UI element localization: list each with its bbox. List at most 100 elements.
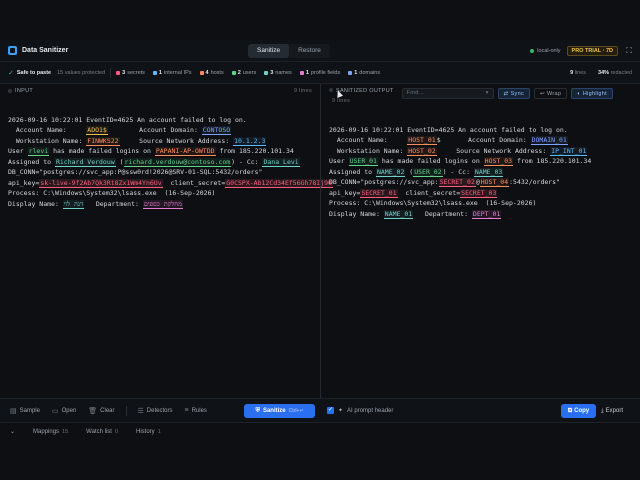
pro-trial-badge[interactable]: PRO TRIAL · 7D xyxy=(566,46,618,56)
token-host[interactable]: HOST_03 xyxy=(483,157,514,166)
safe-label: Safe to paste xyxy=(16,69,52,76)
detected-domain[interactable]: CONTOSO xyxy=(201,126,232,135)
output-editor[interactable]: 2026-09-16 10:22:01 EventID=4625 An acco… xyxy=(321,108,640,225)
category-hosts[interactable]: 4 hosts xyxy=(199,70,224,76)
text: Account Domain: xyxy=(107,126,202,134)
export-button[interactable]: ⤓ Export xyxy=(601,404,623,418)
copy-button[interactable]: ⧉ Copy xyxy=(561,404,596,418)
category-count: 1 xyxy=(305,69,309,76)
text: has made failed logins on xyxy=(377,157,484,165)
sync-icon: ⇄ xyxy=(503,90,509,97)
mode-switch: Sanitize Restore xyxy=(248,44,330,58)
token-secret[interactable]: SECRET_02 xyxy=(438,178,476,187)
tab-history[interactable]: History 1 xyxy=(127,429,170,435)
text: :5432/orders" xyxy=(509,178,561,186)
names-swatch-icon xyxy=(264,70,269,75)
category-domains[interactable]: 1 domains xyxy=(348,70,380,76)
token-name[interactable]: NAME_03 xyxy=(473,167,504,177)
category-names[interactable]: 3 names xyxy=(264,70,292,76)
wrap-icon: ↩ xyxy=(540,90,545,97)
detected-dept[interactable]: מחלקת כספים xyxy=(142,199,183,209)
token-secret[interactable]: SECRET_03 xyxy=(460,188,498,198)
detected-name[interactable]: דנה לוי xyxy=(62,199,85,209)
text: ) - Cc: xyxy=(442,167,474,176)
ips-swatch-icon xyxy=(152,70,157,75)
category-internal-ips[interactable]: 1 internal IPs xyxy=(152,70,192,76)
text: Process: C:\Windows\System32\lsass.exe (… xyxy=(8,189,216,197)
env-label: local-only xyxy=(537,48,561,54)
open-button[interactable]: ▭ Open xyxy=(46,407,82,415)
text: Workstation Name: xyxy=(329,146,408,155)
fullscreen-icon[interactable]: ⛶ xyxy=(624,46,634,56)
token-host[interactable]: HOST_01 xyxy=(407,136,437,145)
detected-ip[interactable]: 10.1.2.3 xyxy=(233,136,267,146)
token-secret[interactable]: SECRET_01 xyxy=(360,188,398,198)
category-secrets[interactable]: 3 secrets xyxy=(116,70,145,76)
tab-restore[interactable]: Restore xyxy=(289,44,330,58)
detectors-button[interactable]: ☰ Detectors xyxy=(132,407,179,415)
env-indicator: local-only xyxy=(530,48,561,54)
detected-account[interactable]: ADO1$ xyxy=(86,126,108,135)
text: Assigned to xyxy=(329,167,376,176)
category-users[interactable]: 2 users xyxy=(231,70,256,76)
ai-prompt-checkbox[interactable]: ✓ ✦ AI prompt header xyxy=(327,407,393,414)
token-host[interactable]: HOST_02 xyxy=(407,146,437,156)
token-user[interactable]: USER_01 xyxy=(348,157,378,166)
check-icon: ✓ xyxy=(8,69,14,77)
detected-name[interactable]: Dana Levi xyxy=(262,157,300,167)
sanitize-shortcut: Ctrl+↵ xyxy=(288,408,304,414)
output-line: Account Name: HOST_01$ Account Domain: D… xyxy=(329,135,632,146)
sanitize-button[interactable]: ⛨ Sanitize Ctrl+↵ xyxy=(244,404,315,418)
folder-icon: ▭ xyxy=(51,407,59,415)
ai-spark-icon: ✦ xyxy=(338,408,344,414)
detected-host[interactable]: FINWKS22 xyxy=(86,136,120,146)
clear-button[interactable]: 🗑 Clear xyxy=(82,407,120,415)
divider xyxy=(125,405,127,416)
detected-secret[interactable]: sk-live-9f2Ab7Qk3Rt8Zx1Wm4Yn6Uv xyxy=(39,178,163,188)
sanitize-label: Sanitize xyxy=(262,408,286,414)
sample-button[interactable]: ▤ Sample xyxy=(4,407,46,415)
text: Source Network Address: xyxy=(436,146,551,155)
sliders-icon: ☰ xyxy=(137,407,144,415)
copy-icon: ⧉ xyxy=(567,407,573,414)
token-domain[interactable]: DOMAIN_01 xyxy=(530,136,568,145)
token-host[interactable]: HOST_04 xyxy=(479,178,510,187)
text: from 185.220.101.34 xyxy=(513,157,592,165)
input-line: Assigned to Richard Verdouw (richard.ver… xyxy=(8,157,312,168)
detected-email[interactable]: richard.verdouw@contoso.com xyxy=(123,157,232,167)
history-label: History xyxy=(136,428,155,435)
token-name[interactable]: NAME_01 xyxy=(383,209,414,219)
find-input[interactable]: Find... ▾ xyxy=(401,88,494,99)
output-title: SANITIZED OUTPUT xyxy=(336,88,394,94)
tab-mappings[interactable]: Mappings 15 xyxy=(24,429,77,435)
sync-toggle[interactable]: ⇄ Sync xyxy=(497,88,531,99)
category-count: 3 xyxy=(270,69,274,76)
token-ip[interactable]: IP_INT_01 xyxy=(550,146,588,156)
rules-button[interactable]: ≡ Rules xyxy=(178,407,212,414)
input-line: Workstation Name: FINWKS22 Source Networ… xyxy=(8,136,312,147)
category-count: 3 xyxy=(122,69,126,76)
text: api_key= xyxy=(8,178,40,187)
output-line: Display Name: NAME_01 Department: DEPT_0… xyxy=(329,209,632,220)
token-name[interactable]: NAME_02 xyxy=(375,167,406,177)
detected-host[interactable]: PAPANI-AP-OWTDD xyxy=(154,147,216,156)
safe-status: ✓ Safe to paste 15 values protected xyxy=(8,69,105,77)
detected-name[interactable]: Richard Verdouw xyxy=(54,157,116,167)
token-dept[interactable]: DEPT_01 xyxy=(471,209,502,219)
tab-watch-list[interactable]: Watch list 0 xyxy=(77,429,127,435)
input-editor[interactable]: 2026-09-16 10:22:01 EventID=4625 An acco… xyxy=(0,98,333,215)
wrap-toggle[interactable]: ↩ Wrap xyxy=(534,88,568,99)
pane-dot-icon xyxy=(8,89,12,93)
text: Workstation Name: xyxy=(8,136,87,145)
secrets-swatch-icon xyxy=(116,70,121,75)
text: from 185.220.101.34 xyxy=(215,147,294,155)
highlight-toggle[interactable]: ◐ Highlight xyxy=(571,88,613,99)
expand-icon[interactable]: ⌄ xyxy=(0,428,24,435)
redacted-pct: 34% xyxy=(598,69,610,76)
token-user[interactable]: USER_02 xyxy=(413,167,443,177)
tab-sanitize[interactable]: Sanitize xyxy=(248,44,290,58)
category-profile-fields[interactable]: 1 profile fields xyxy=(299,69,340,76)
detected-secret[interactable]: G0CSPX-Ab12Cd34Ef56Gh78Ij90 xyxy=(225,178,333,188)
shield-icon: ⛨ xyxy=(255,407,260,414)
detected-user[interactable]: rlevi xyxy=(27,147,50,156)
